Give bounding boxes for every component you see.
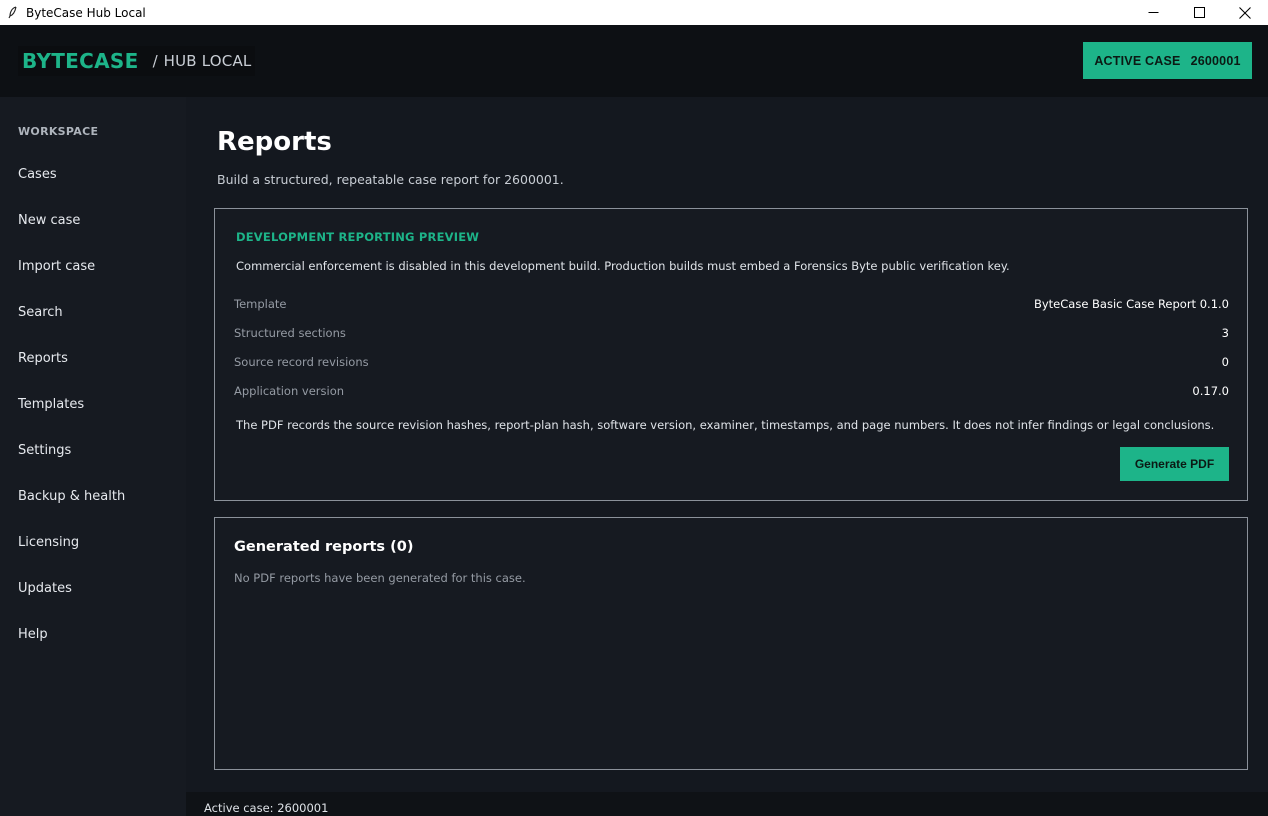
reporting-preview-panel: DEVELOPMENT REPORTING PREVIEW Commercial… — [214, 208, 1248, 501]
status-active-case: Active case: 2600001 — [204, 801, 329, 815]
generate-pdf-button[interactable]: Generate PDF — [1120, 447, 1229, 481]
detail-row-application-version: Application version 0.17.0 — [234, 382, 1229, 400]
app-header: BYTECASE / HUB LOCAL ACTIVE CASE 2600001 — [0, 25, 1268, 97]
active-case-button[interactable]: ACTIVE CASE 2600001 — [1083, 42, 1252, 79]
sidebar-item-licensing[interactable]: Licensing — [18, 532, 178, 554]
sidebar-item-new-case[interactable]: New case — [18, 210, 178, 232]
status-bar: Active case: 2600001 — [186, 792, 1268, 816]
window-title: ByteCase Hub Local — [26, 5, 146, 20]
active-case-label: ACTIVE CASE — [1094, 53, 1181, 68]
sidebar-item-import-case[interactable]: Import case — [18, 256, 178, 278]
detail-value: ByteCase Basic Case Report 0.1.0 — [1033, 297, 1229, 311]
sidebar-item-templates[interactable]: Templates — [18, 394, 178, 416]
detail-value: 3 — [1221, 326, 1229, 340]
sidebar-item-updates[interactable]: Updates — [18, 578, 178, 600]
detail-row-source-record-revisions: Source record revisions 0 — [234, 353, 1229, 371]
detail-value: 0 — [1221, 355, 1229, 369]
preview-description: Commercial enforcement is disabled in th… — [236, 259, 1010, 273]
close-icon[interactable] — [1222, 0, 1268, 25]
window-titlebar: ByteCase Hub Local — [0, 0, 1268, 25]
preview-label: DEVELOPMENT REPORTING PREVIEW — [236, 230, 480, 244]
sidebar-section-workspace: WORKSPACE — [18, 125, 99, 138]
feather-icon — [6, 6, 20, 20]
sidebar-item-cases[interactable]: Cases — [18, 164, 178, 186]
generated-reports-title: Generated reports (0) — [234, 539, 414, 555]
page-title: Reports — [217, 127, 332, 157]
active-case-number: 2600001 — [1190, 53, 1241, 68]
sidebar-item-search[interactable]: Search — [18, 302, 178, 324]
brand-separator: / — [152, 52, 158, 70]
sidebar: WORKSPACE Cases New case Import case Sea… — [0, 97, 186, 816]
detail-key: Structured sections — [234, 326, 346, 340]
detail-value: 0.17.0 — [1192, 384, 1229, 398]
detail-key: Application version — [234, 384, 345, 398]
brand: BYTECASE / HUB LOCAL — [18, 46, 256, 76]
generated-reports-panel: Generated reports (0) No PDF reports hav… — [214, 517, 1248, 770]
maximize-icon[interactable] — [1176, 0, 1222, 25]
detail-key: Source record revisions — [234, 355, 369, 369]
detail-row-structured-sections: Structured sections 3 — [234, 324, 1229, 342]
brand-subtitle: HUB LOCAL — [163, 52, 252, 70]
sidebar-item-reports[interactable]: Reports — [18, 348, 178, 370]
detail-key: Template — [234, 297, 287, 311]
brand-logo: BYTECASE — [22, 49, 139, 73]
minimize-icon[interactable] — [1130, 0, 1176, 25]
detail-row-template: Template ByteCase Basic Case Report 0.1.… — [234, 295, 1229, 313]
sidebar-item-help[interactable]: Help — [18, 624, 178, 646]
generated-reports-empty-state: No PDF reports have been generated for t… — [234, 571, 526, 585]
page-subtitle: Build a structured, repeatable case repo… — [217, 172, 564, 187]
sidebar-item-backup-health[interactable]: Backup & health — [18, 486, 178, 508]
preview-footnote: The PDF records the source revision hash… — [236, 418, 1215, 432]
main-content: Reports Build a structured, repeatable c… — [186, 97, 1268, 792]
sidebar-item-settings[interactable]: Settings — [18, 440, 178, 462]
